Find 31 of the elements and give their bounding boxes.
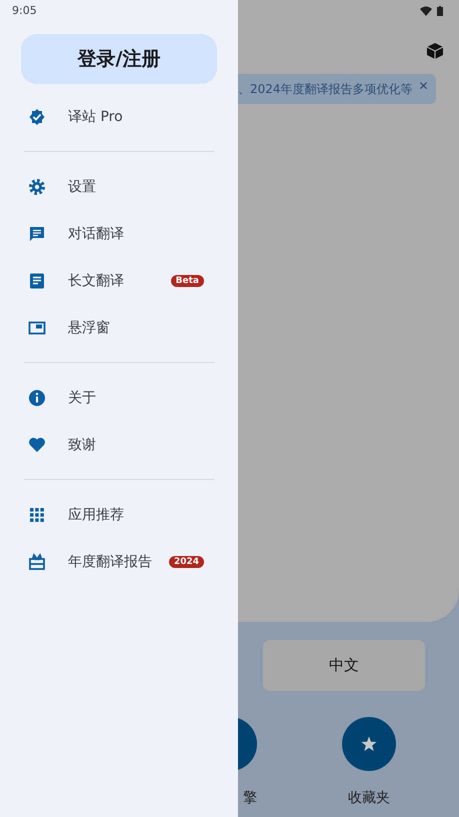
menu-item[interactable]: 关于	[68, 388, 96, 406]
grid-icon	[28, 506, 46, 524]
menu-item[interactable]: 悬浮窗	[68, 318, 110, 336]
document-icon	[28, 272, 46, 290]
badge: Beta	[170, 274, 204, 286]
action-label: 擎	[243, 789, 257, 807]
info-icon	[28, 388, 46, 406]
menu-item[interactable]: 设置	[68, 178, 96, 196]
wifi-icon	[420, 6, 432, 16]
status-time: 9:05	[11, 3, 37, 18]
notice-text: 、2024年度翻译报告多项优化等	[238, 80, 413, 98]
settings-icon	[28, 178, 46, 196]
battery-icon	[437, 6, 443, 16]
menu-item[interactable]: 译站 Pro	[68, 108, 123, 126]
window-icon	[28, 318, 46, 336]
star-icon	[361, 736, 377, 752]
gift-box-icon	[28, 552, 46, 570]
menu-item[interactable]: 致谢	[68, 436, 96, 454]
badge: 2024	[168, 556, 204, 568]
login-button[interactable]: 登录/注册	[21, 34, 217, 84]
menu-item[interactable]: 年度翻译报告	[68, 552, 152, 570]
language-button[interactable]: 中文	[263, 640, 425, 691]
menu-item[interactable]: 对话翻译	[68, 224, 124, 242]
chat-icon	[28, 224, 46, 242]
verified-badge-icon	[28, 108, 46, 126]
action-label: 收藏夹	[348, 789, 390, 807]
menu-item[interactable]: 长文翻译	[68, 272, 124, 290]
action-button[interactable]	[342, 717, 396, 771]
menu-item[interactable]: 应用推荐	[68, 506, 124, 524]
heart-icon	[28, 436, 46, 454]
cube-icon[interactable]	[426, 42, 444, 60]
